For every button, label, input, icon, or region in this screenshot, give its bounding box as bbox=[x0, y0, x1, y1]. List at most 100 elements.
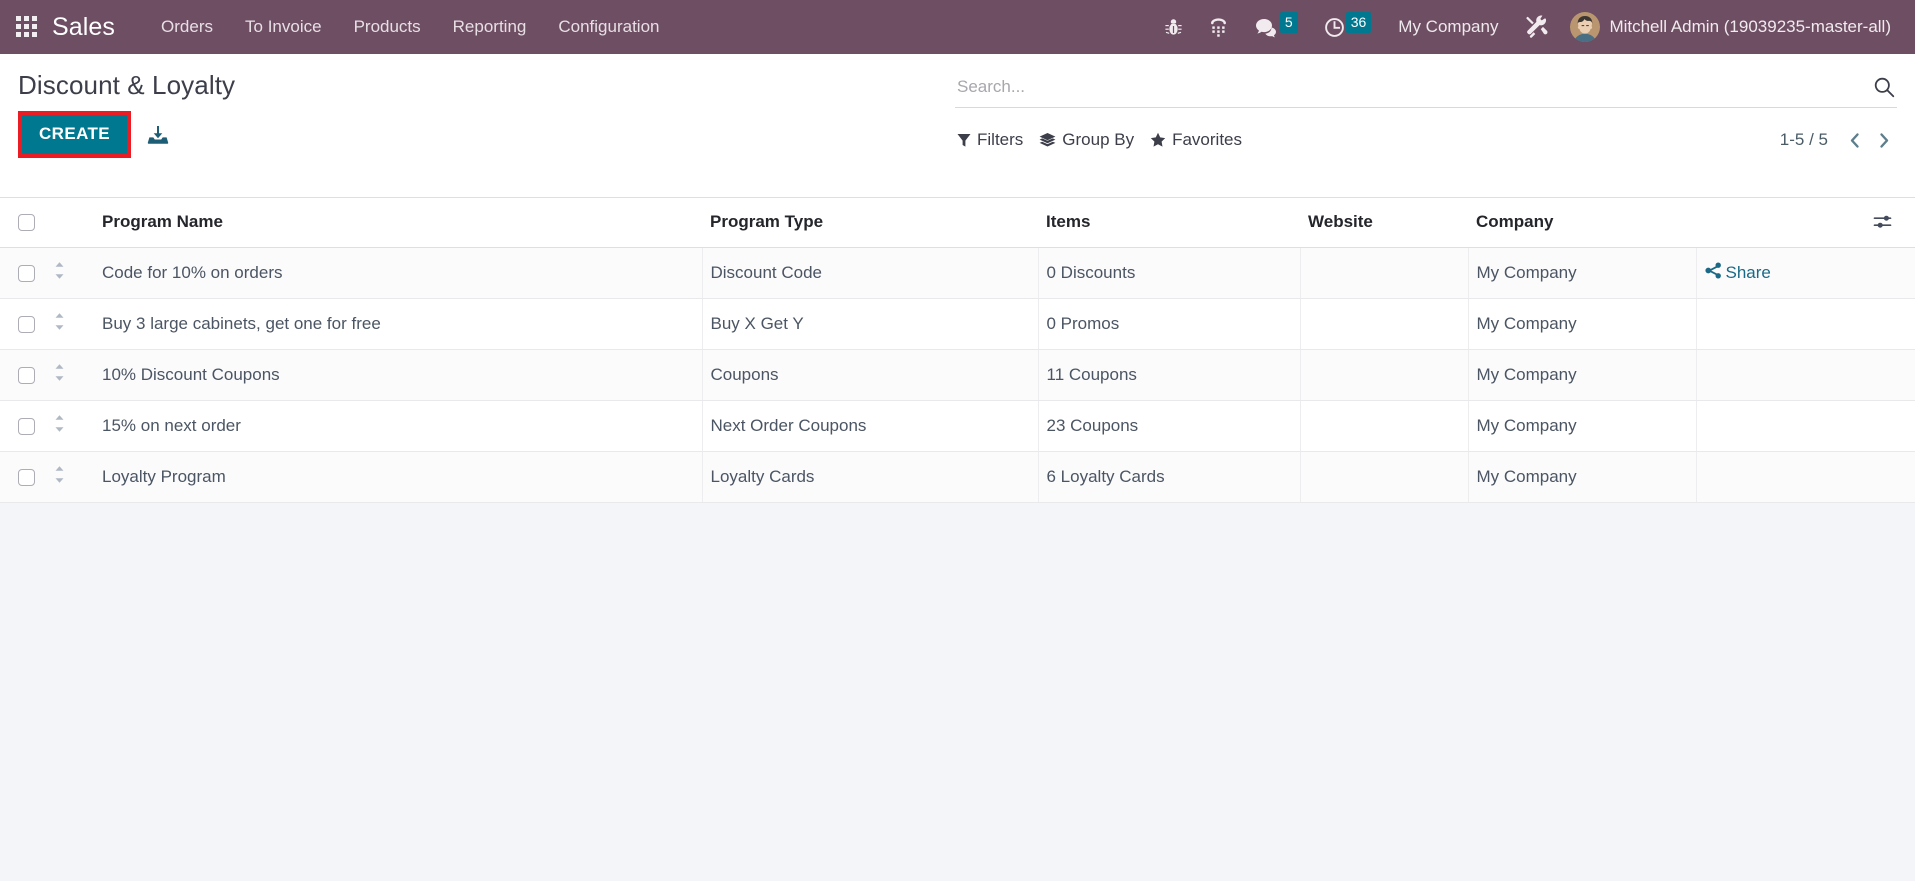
apps-grid-icon[interactable] bbox=[16, 16, 38, 38]
table-header: Program Name Program Type Items Website … bbox=[0, 198, 1915, 248]
row-handle-cell bbox=[48, 247, 94, 299]
favorites-dropdown[interactable]: Favorites bbox=[1148, 126, 1256, 154]
drag-handle-icon[interactable] bbox=[48, 261, 70, 280]
column-header-company[interactable]: Company bbox=[1468, 198, 1696, 248]
cell-program-name: 15% on next order bbox=[94, 400, 703, 452]
cell-program-name: 10% Discount Coupons bbox=[94, 349, 703, 401]
page-title: Discount & Loyalty bbox=[18, 70, 236, 100]
company-switcher[interactable]: My Company bbox=[1384, 7, 1512, 47]
menu-item-reporting[interactable]: Reporting bbox=[437, 0, 543, 54]
sliders-toggle-icon[interactable] bbox=[1704, 213, 1903, 231]
tools-icon[interactable] bbox=[1512, 5, 1562, 49]
drag-handle-icon[interactable] bbox=[48, 312, 70, 331]
row-checkbox[interactable] bbox=[18, 316, 35, 334]
cell-website bbox=[1300, 247, 1469, 299]
cell-share bbox=[1696, 451, 1915, 503]
handle-header bbox=[48, 198, 94, 248]
filters-dropdown[interactable]: Filters bbox=[955, 126, 1037, 154]
table-header-row: Program Name Program Type Items Website … bbox=[0, 198, 1915, 248]
cell-program-type: Discount Code bbox=[702, 247, 1039, 299]
cell-program-type: Coupons bbox=[702, 349, 1039, 401]
control-panel-left: Discount & Loyalty CREATE bbox=[18, 70, 818, 158]
cell-items: 0 Discounts bbox=[1038, 247, 1301, 299]
pager: 1-5 / 5 bbox=[1780, 127, 1897, 153]
control-panel: Discount & Loyalty CREATE Search... Filt… bbox=[0, 54, 1915, 198]
search-icon[interactable] bbox=[1865, 76, 1895, 98]
user-menu[interactable]: Mitchell Admin (19039235-master-all) bbox=[1562, 6, 1901, 48]
column-header-website[interactable]: Website bbox=[1300, 198, 1468, 248]
column-header-program-type[interactable]: Program Type bbox=[702, 198, 1038, 248]
share-nodes-icon bbox=[1704, 262, 1722, 284]
cell-share: Share bbox=[1696, 247, 1915, 299]
row-select-cell bbox=[0, 400, 48, 452]
menu-item-to-invoice[interactable]: To Invoice bbox=[229, 0, 338, 54]
row-checkbox[interactable] bbox=[18, 418, 35, 436]
table-body: Code for 10% on orders Discount Code 0 D… bbox=[0, 247, 1915, 503]
cell-website bbox=[1300, 400, 1469, 452]
phone-dialpad-icon[interactable] bbox=[1195, 7, 1242, 47]
messages-icon[interactable]: 5 bbox=[1242, 7, 1311, 48]
cell-website bbox=[1300, 349, 1469, 401]
table-row[interactable]: Code for 10% on orders Discount Code 0 D… bbox=[0, 247, 1915, 299]
drag-handle-icon[interactable] bbox=[48, 414, 70, 433]
user-name: Mitchell Admin (19039235-master-all) bbox=[1609, 17, 1891, 36]
activities-clock-icon[interactable]: 36 bbox=[1311, 7, 1385, 48]
search-options-row: Filters Group By Favorites 1-5 / 5 bbox=[955, 126, 1897, 154]
cell-program-name: Code for 10% on orders bbox=[94, 247, 703, 299]
top-navbar: Sales Orders To Invoice Products Reporti… bbox=[0, 0, 1915, 54]
row-handle-cell bbox=[48, 298, 94, 350]
table-row[interactable]: Buy 3 large cabinets, get one for free B… bbox=[0, 298, 1915, 350]
programs-table: Program Name Program Type Items Website … bbox=[0, 198, 1915, 503]
row-select-cell bbox=[0, 349, 48, 401]
drag-handle-icon[interactable] bbox=[48, 363, 70, 382]
cell-company: My Company bbox=[1468, 298, 1697, 350]
control-panel-actions: CREATE bbox=[18, 111, 818, 158]
main-menu: Orders To Invoice Products Reporting Con… bbox=[145, 0, 675, 54]
search-bar bbox=[955, 70, 1897, 108]
menu-item-orders[interactable]: Orders bbox=[145, 0, 229, 54]
messages-badge: 5 bbox=[1279, 11, 1298, 33]
row-checkbox[interactable] bbox=[18, 469, 35, 487]
column-header-items[interactable]: Items bbox=[1038, 198, 1300, 248]
cell-share bbox=[1696, 400, 1915, 452]
row-handle-cell bbox=[48, 349, 94, 401]
optional-columns-header bbox=[1696, 198, 1915, 248]
cell-items: 11 Coupons bbox=[1038, 349, 1301, 401]
cell-items: 0 Promos bbox=[1038, 298, 1301, 350]
create-button[interactable]: CREATE bbox=[22, 115, 128, 154]
cell-program-type: Buy X Get Y bbox=[702, 298, 1039, 350]
funnel-icon bbox=[957, 133, 971, 148]
row-handle-cell bbox=[48, 451, 94, 503]
cell-website bbox=[1300, 451, 1469, 503]
select-all-checkbox[interactable] bbox=[18, 214, 35, 232]
chevron-left-icon[interactable] bbox=[1841, 127, 1867, 153]
cell-company: My Company bbox=[1468, 400, 1697, 452]
table-row[interactable]: Loyalty Program Loyalty Cards 6 Loyalty … bbox=[0, 451, 1915, 503]
control-panel-right: Filters Group By Favor bbox=[955, 70, 1897, 154]
menu-item-products[interactable]: Products bbox=[338, 0, 437, 54]
chevron-right-icon[interactable] bbox=[1871, 127, 1897, 153]
cell-program-name: Loyalty Program bbox=[94, 451, 703, 503]
row-select-cell bbox=[0, 298, 48, 350]
pager-range[interactable]: 1-5 / 5 bbox=[1780, 130, 1828, 150]
bug-icon[interactable] bbox=[1152, 8, 1195, 47]
row-select-cell bbox=[0, 451, 48, 503]
row-checkbox[interactable] bbox=[18, 265, 35, 283]
list-view: Program Name Program Type Items Website … bbox=[0, 198, 1915, 503]
app-brand-sales[interactable]: Sales bbox=[52, 13, 115, 42]
cell-share bbox=[1696, 298, 1915, 350]
table-row[interactable]: 10% Discount Coupons Coupons 11 Coupons … bbox=[0, 349, 1915, 401]
favorites-label: Favorites bbox=[1172, 130, 1243, 149]
table-row[interactable]: 15% on next order Next Order Coupons 23 … bbox=[0, 400, 1915, 452]
menu-item-configuration[interactable]: Configuration bbox=[542, 0, 675, 54]
search-input[interactable] bbox=[957, 77, 1865, 97]
share-button[interactable]: Share bbox=[1704, 262, 1771, 284]
group-by-dropdown[interactable]: Group By bbox=[1037, 126, 1148, 154]
row-checkbox[interactable] bbox=[18, 367, 35, 385]
import-download-icon[interactable] bbox=[137, 118, 179, 152]
star-icon bbox=[1150, 132, 1166, 148]
create-button-highlight: CREATE bbox=[18, 111, 132, 158]
row-select-cell bbox=[0, 247, 48, 299]
column-header-program-name[interactable]: Program Name bbox=[94, 198, 702, 248]
drag-handle-icon[interactable] bbox=[48, 465, 70, 484]
